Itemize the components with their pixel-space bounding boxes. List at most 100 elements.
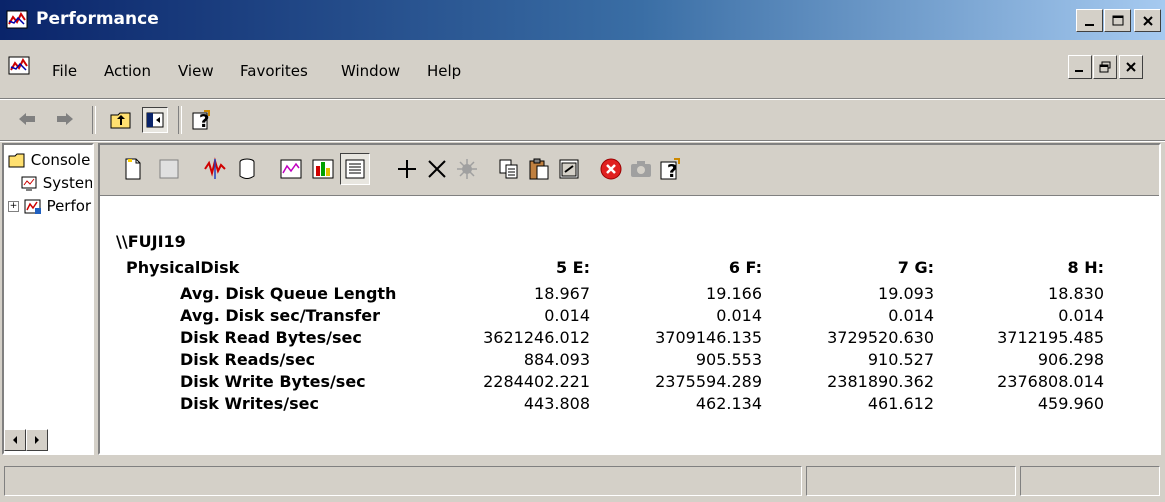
instance-header: 8 H: [1067, 258, 1105, 277]
tree-horizontal-scrollbar[interactable] [4, 429, 90, 451]
menu-help[interactable]: Help [427, 62, 461, 80]
up-one-level-button[interactable] [108, 107, 134, 133]
monitor-help-button[interactable]: ? [656, 153, 686, 185]
report-icon [345, 159, 365, 179]
status-bar [0, 462, 1165, 502]
maximize-icon [1112, 15, 1123, 25]
counter-name: Avg. Disk sec/Transfer [180, 306, 381, 325]
mdi-restore-button[interactable] [1093, 55, 1117, 79]
histogram-icon [312, 159, 334, 179]
mdi-minimize-button[interactable] [1068, 55, 1092, 79]
computer-name: \\FUJI19 [116, 232, 186, 251]
add-counter-button[interactable] [392, 153, 422, 185]
menu-window[interactable]: Window [341, 62, 400, 80]
tree-item-console-root[interactable]: Console Root [8, 151, 92, 169]
counter-name: Disk Reads/sec [180, 350, 316, 369]
forward-arrow-icon [57, 113, 73, 125]
current-activity-icon [204, 157, 226, 179]
scroll-left-button[interactable] [4, 429, 26, 451]
stop-icon [600, 158, 622, 180]
show-hide-console-tree-button[interactable] [142, 107, 168, 133]
object-name: PhysicalDisk [126, 258, 240, 277]
counter-value: 0.014 [544, 306, 590, 325]
menu-separator [0, 98, 1165, 100]
counter-value: 0.014 [716, 306, 762, 325]
counter-value: 19.093 [878, 284, 934, 303]
counter-value: 905.553 [695, 350, 762, 369]
counter-name: Disk Read Bytes/sec [180, 328, 362, 347]
freeze-display-button[interactable] [596, 153, 626, 185]
toolbar-separator-line [0, 140, 1165, 142]
copy-properties-button[interactable] [494, 153, 524, 185]
new-document-icon [125, 158, 141, 180]
left-arrow-icon [13, 436, 17, 444]
console-tree-icon [146, 112, 164, 128]
clear-display-icon [159, 159, 179, 179]
counter-value: 910.527 [867, 350, 934, 369]
expand-icon[interactable]: + [8, 201, 19, 212]
counter-value: 0.014 [888, 306, 934, 325]
counter-value: 2381890.362 [827, 372, 934, 391]
svg-text:?: ? [199, 111, 209, 131]
properties-button[interactable] [554, 153, 584, 185]
minimize-icon [1084, 23, 1094, 26]
delete-counter-button[interactable] [422, 153, 452, 185]
view-graph-button[interactable] [276, 153, 306, 185]
forward-button[interactable] [52, 107, 78, 131]
help-icon: ? [660, 158, 680, 181]
performance-app-icon [6, 10, 28, 29]
status-panel [806, 466, 1016, 496]
system-monitor-pane: ? \\FUJI19 PhysicalDisk 5 E: 6 F: 7 G: 8… [98, 143, 1161, 455]
view-report-button[interactable] [340, 153, 370, 185]
scroll-right-button[interactable] [26, 429, 48, 451]
copy-icon [499, 159, 518, 179]
menu-action[interactable]: Action [104, 62, 151, 80]
counter-value: 2284402.221 [483, 372, 590, 391]
minimize-button[interactable] [1076, 9, 1103, 32]
view-log-data-button[interactable] [232, 153, 262, 185]
counter-value: 0.014 [1058, 306, 1104, 325]
back-button[interactable] [14, 107, 40, 131]
clear-display-button[interactable] [154, 153, 184, 185]
view-current-activity-button[interactable] [200, 153, 230, 185]
counter-value: 461.612 [867, 394, 934, 413]
view-histogram-button[interactable] [308, 153, 338, 185]
system-monitor-icon [21, 176, 37, 191]
maximize-button[interactable] [1104, 9, 1131, 32]
close-icon [1126, 62, 1136, 72]
mdi-close-button[interactable] [1119, 55, 1143, 79]
right-arrow-icon [35, 436, 39, 444]
mdi-child-icon [8, 56, 30, 75]
counter-value: 18.967 [534, 284, 590, 303]
report-view: \\FUJI19 PhysicalDisk 5 E: 6 F: 7 G: 8 H… [100, 196, 1159, 453]
counter-name: Disk Write Bytes/sec [180, 372, 366, 391]
update-data-button[interactable] [626, 153, 656, 185]
tree-item-performance-logs[interactable]: + Performance Logs and Alerts [8, 197, 92, 216]
menu-file[interactable]: File [52, 62, 77, 80]
close-button[interactable] [1134, 9, 1161, 32]
counter-value: 906.298 [1037, 350, 1104, 369]
counter-value: 2376808.014 [997, 372, 1104, 391]
svg-text:?: ? [667, 161, 677, 181]
close-icon [1142, 15, 1153, 26]
instance-header: 7 G: [897, 258, 934, 277]
counter-name: Disk Writes/sec [180, 394, 319, 413]
help-button[interactable]: ? [188, 107, 216, 133]
menu-favorites[interactable]: Favorites [240, 62, 308, 80]
counter-value: 19.166 [706, 284, 762, 303]
performance-logs-icon [24, 199, 41, 214]
status-panel [1020, 466, 1160, 496]
menu-view[interactable]: View [178, 62, 214, 80]
tree-item-system-monitor[interactable]: System Monitor [20, 174, 92, 193]
new-counter-set-button[interactable] [118, 153, 148, 185]
graph-icon [280, 159, 302, 179]
counter-value: 3729520.630 [827, 328, 934, 347]
database-icon [239, 158, 255, 179]
folder-up-icon [110, 112, 131, 129]
properties-icon [559, 159, 579, 179]
instance-header: 5 E: [555, 258, 590, 277]
paste-counter-list-button[interactable] [524, 153, 554, 185]
plus-icon [398, 160, 416, 178]
counter-value: 3621246.012 [483, 328, 590, 347]
highlight-button[interactable] [452, 153, 482, 185]
